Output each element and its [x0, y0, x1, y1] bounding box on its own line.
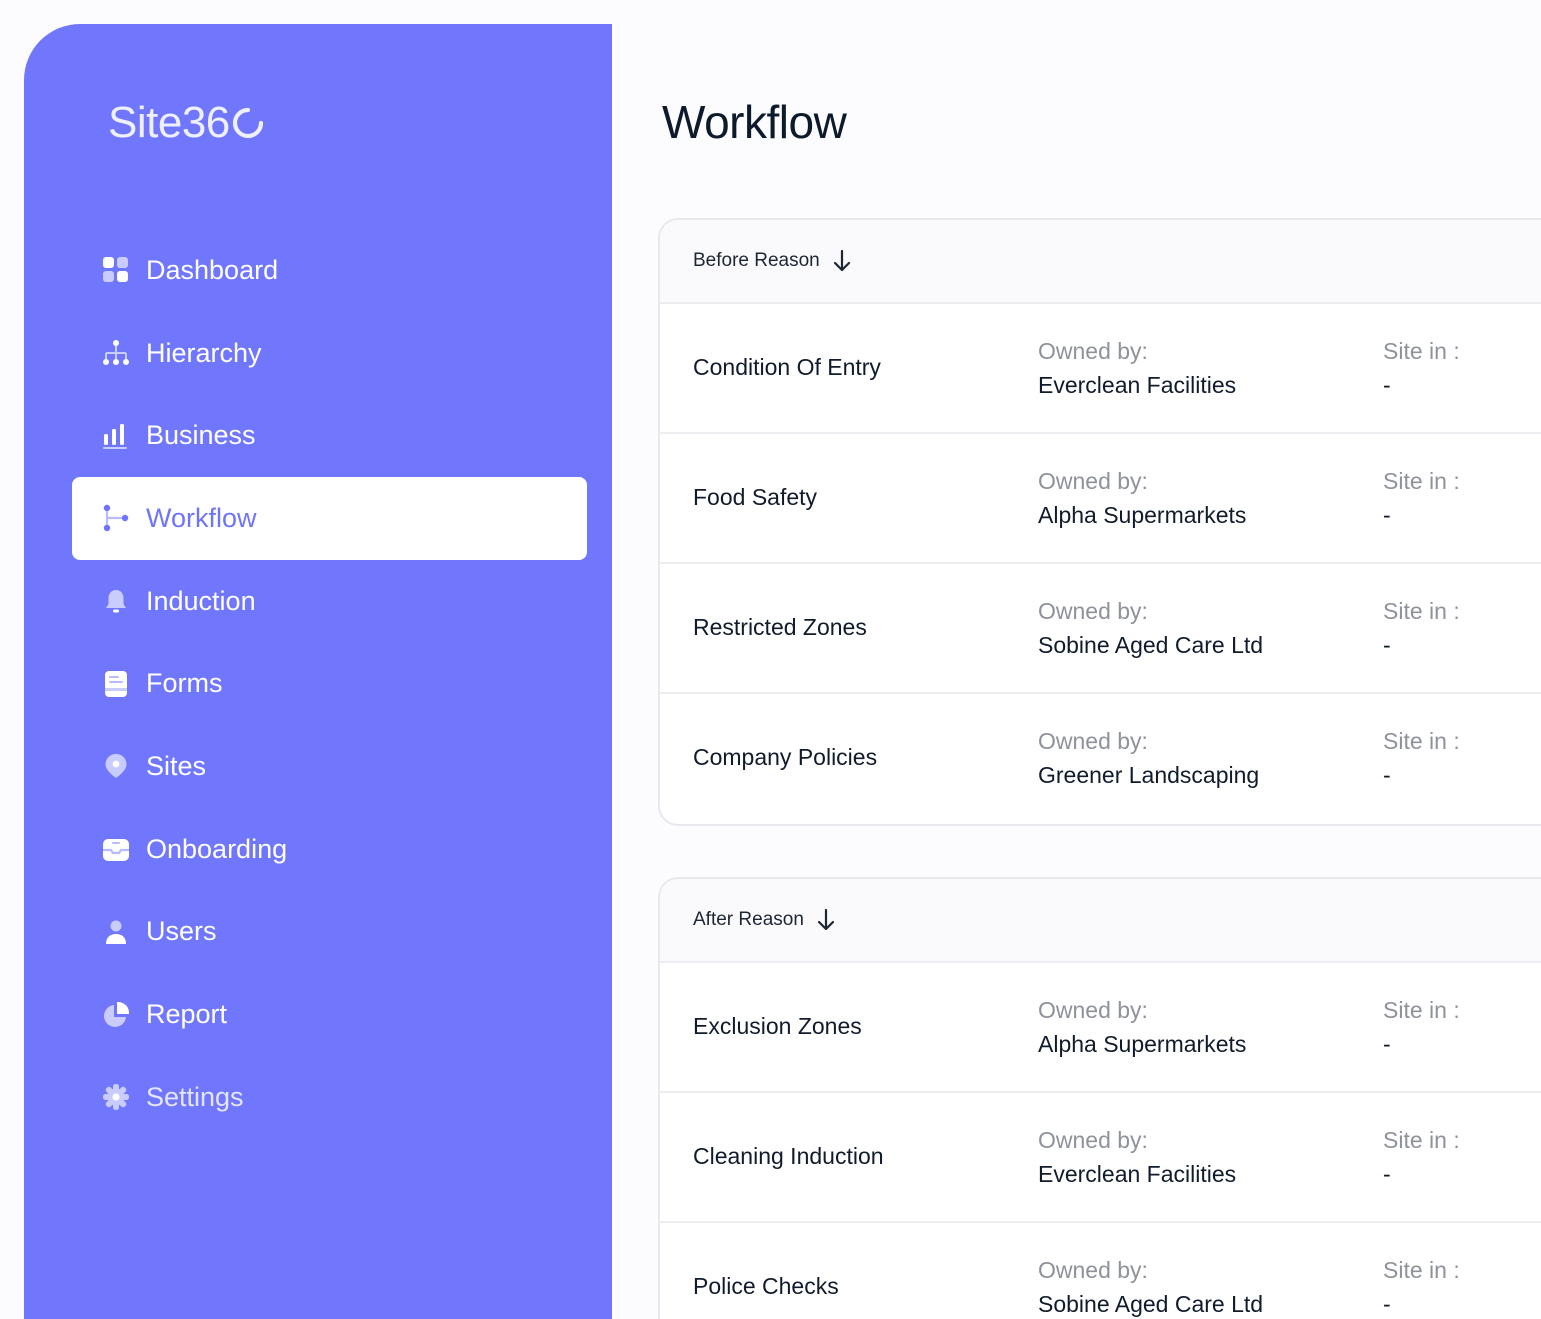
app-window: Site36 Dashboard Hierarchy Business Work…: [0, 0, 1541, 1319]
sidebar-nav: Dashboard Hierarchy Business Workflow In…: [72, 229, 587, 1139]
site-label: Site in :: [1383, 598, 1460, 624]
workflow-name: Company Policies: [693, 744, 878, 770]
gear-icon: [102, 1083, 130, 1111]
group-header: Before Reason: [660, 220, 1541, 304]
arrow-down-icon[interactable]: [816, 908, 836, 932]
logo-text: Site36: [108, 98, 230, 147]
inbox-icon: [102, 835, 130, 863]
owner-label: Owned by:: [1038, 997, 1148, 1023]
site-label: Site in :: [1383, 338, 1460, 364]
site-label: Site in :: [1383, 997, 1460, 1023]
workflow-row[interactable]: Exclusion Zones Owned by: Alpha Supermar…: [660, 963, 1541, 1093]
group-header-label: After Reason: [693, 909, 804, 930]
sidebar-item-workflow[interactable]: Workflow: [72, 477, 587, 560]
pie-chart-icon: [102, 1001, 130, 1029]
hierarchy-icon: [102, 339, 130, 367]
owner-value: Greener Landscaping: [1038, 762, 1260, 788]
sidebar-item-label: Hierarchy: [146, 337, 262, 368]
sidebar-item-label: Induction: [146, 585, 256, 616]
sidebar-item-label: Onboarding: [146, 833, 288, 864]
sidebar-item-label: Settings: [146, 1081, 244, 1112]
sidebar-item-onboarding[interactable]: Onboarding: [72, 808, 587, 891]
sidebar-item-hierarchy[interactable]: Hierarchy: [72, 312, 587, 395]
sidebar-item-label: Workflow: [146, 502, 257, 533]
site-value: -: [1383, 1161, 1391, 1187]
workflow-row[interactable]: Company Policies Owned by: Greener Lands…: [660, 694, 1541, 824]
workflow-row[interactable]: Condition Of Entry Owned by: Everclean F…: [660, 304, 1541, 434]
workflow-name: Police Checks: [693, 1273, 839, 1299]
sidebar-item-label: Report: [146, 999, 228, 1030]
workflow-row[interactable]: Food Safety Owned by: Alpha Supermarkets…: [660, 434, 1541, 564]
site-value: -: [1383, 1031, 1391, 1057]
page-title: Workflow: [662, 96, 847, 148]
workflow-name: Exclusion Zones: [693, 1013, 862, 1039]
sidebar-item-label: Dashboard: [146, 254, 279, 285]
owner-value: Alpha Supermarkets: [1038, 502, 1247, 528]
form-icon: [102, 670, 130, 698]
site-value: -: [1383, 762, 1391, 788]
site-value: -: [1383, 1291, 1391, 1317]
user-icon: [102, 918, 130, 946]
site-value: -: [1383, 632, 1391, 658]
arrow-down-icon[interactable]: [832, 249, 852, 273]
sidebar-item-users[interactable]: Users: [72, 891, 587, 974]
sidebar-item-induction[interactable]: Induction: [72, 560, 587, 643]
site-label: Site in :: [1383, 468, 1460, 494]
workflow-name: Restricted Zones: [693, 614, 867, 640]
sidebar-item-report[interactable]: Report: [72, 973, 587, 1056]
sidebar-item-sites[interactable]: Sites: [72, 725, 587, 808]
owner-label: Owned by:: [1038, 468, 1148, 494]
group-header-label: Before Reason: [693, 250, 820, 271]
site-value: -: [1383, 372, 1391, 398]
main-content: Workflow Before Reason Condition Of Entr…: [612, 0, 1541, 1319]
owner-label: Owned by:: [1038, 338, 1148, 364]
workflow-name: Condition Of Entry: [693, 354, 881, 380]
owner-value: Everclean Facilities: [1038, 1161, 1237, 1187]
group-header: After Reason: [660, 879, 1541, 963]
site-label: Site in :: [1383, 1127, 1460, 1153]
sidebar-item-settings[interactable]: Settings: [72, 1056, 587, 1139]
sidebar-item-label: Users: [146, 916, 217, 947]
owner-value: Alpha Supermarkets: [1038, 1031, 1247, 1057]
sidebar-item-label: Forms: [146, 668, 223, 699]
workflow-icon: [102, 504, 130, 532]
owner-label: Owned by:: [1038, 598, 1148, 624]
workflow-group-before-reason: Before Reason Condition Of Entry Owned b…: [658, 218, 1541, 826]
bar-chart-icon: [102, 422, 130, 450]
logo-ring-icon: [231, 106, 265, 140]
map-pin-icon: [102, 752, 130, 780]
site-label: Site in :: [1383, 1257, 1460, 1283]
sidebar-item-label: Sites: [146, 750, 207, 781]
site-value: -: [1383, 502, 1391, 528]
owner-value: Everclean Facilities: [1038, 372, 1237, 398]
workflow-row[interactable]: Cleaning Induction Owned by: Everclean F…: [660, 1093, 1541, 1223]
bell-icon: [102, 587, 130, 615]
owner-label: Owned by:: [1038, 1127, 1148, 1153]
owner-value: Sobine Aged Care Ltd: [1038, 632, 1264, 658]
workflow-name: Cleaning Induction: [693, 1143, 884, 1169]
sidebar-item-dashboard[interactable]: Dashboard: [72, 229, 587, 312]
owner-label: Owned by:: [1038, 728, 1148, 754]
workflow-group-after-reason: After Reason Exclusion Zones Owned by: A…: [658, 877, 1541, 1319]
owner-label: Owned by:: [1038, 1257, 1148, 1283]
sidebar-item-forms[interactable]: Forms: [72, 642, 587, 725]
sidebar-item-label: Business: [146, 420, 256, 451]
dashboard-icon: [102, 256, 130, 284]
workflow-row[interactable]: Restricted Zones Owned by: Sobine Aged C…: [660, 564, 1541, 694]
owner-value: Sobine Aged Care Ltd: [1038, 1291, 1264, 1317]
sidebar-item-business[interactable]: Business: [72, 394, 587, 477]
sidebar: Site36 Dashboard Hierarchy Business Work…: [24, 24, 612, 1319]
site360-logo[interactable]: Site36: [108, 98, 265, 148]
site-label: Site in :: [1383, 728, 1460, 754]
workflow-name: Food Safety: [693, 484, 818, 510]
workflow-row[interactable]: Police Checks Owned by: Sobine Aged Care…: [660, 1223, 1541, 1319]
